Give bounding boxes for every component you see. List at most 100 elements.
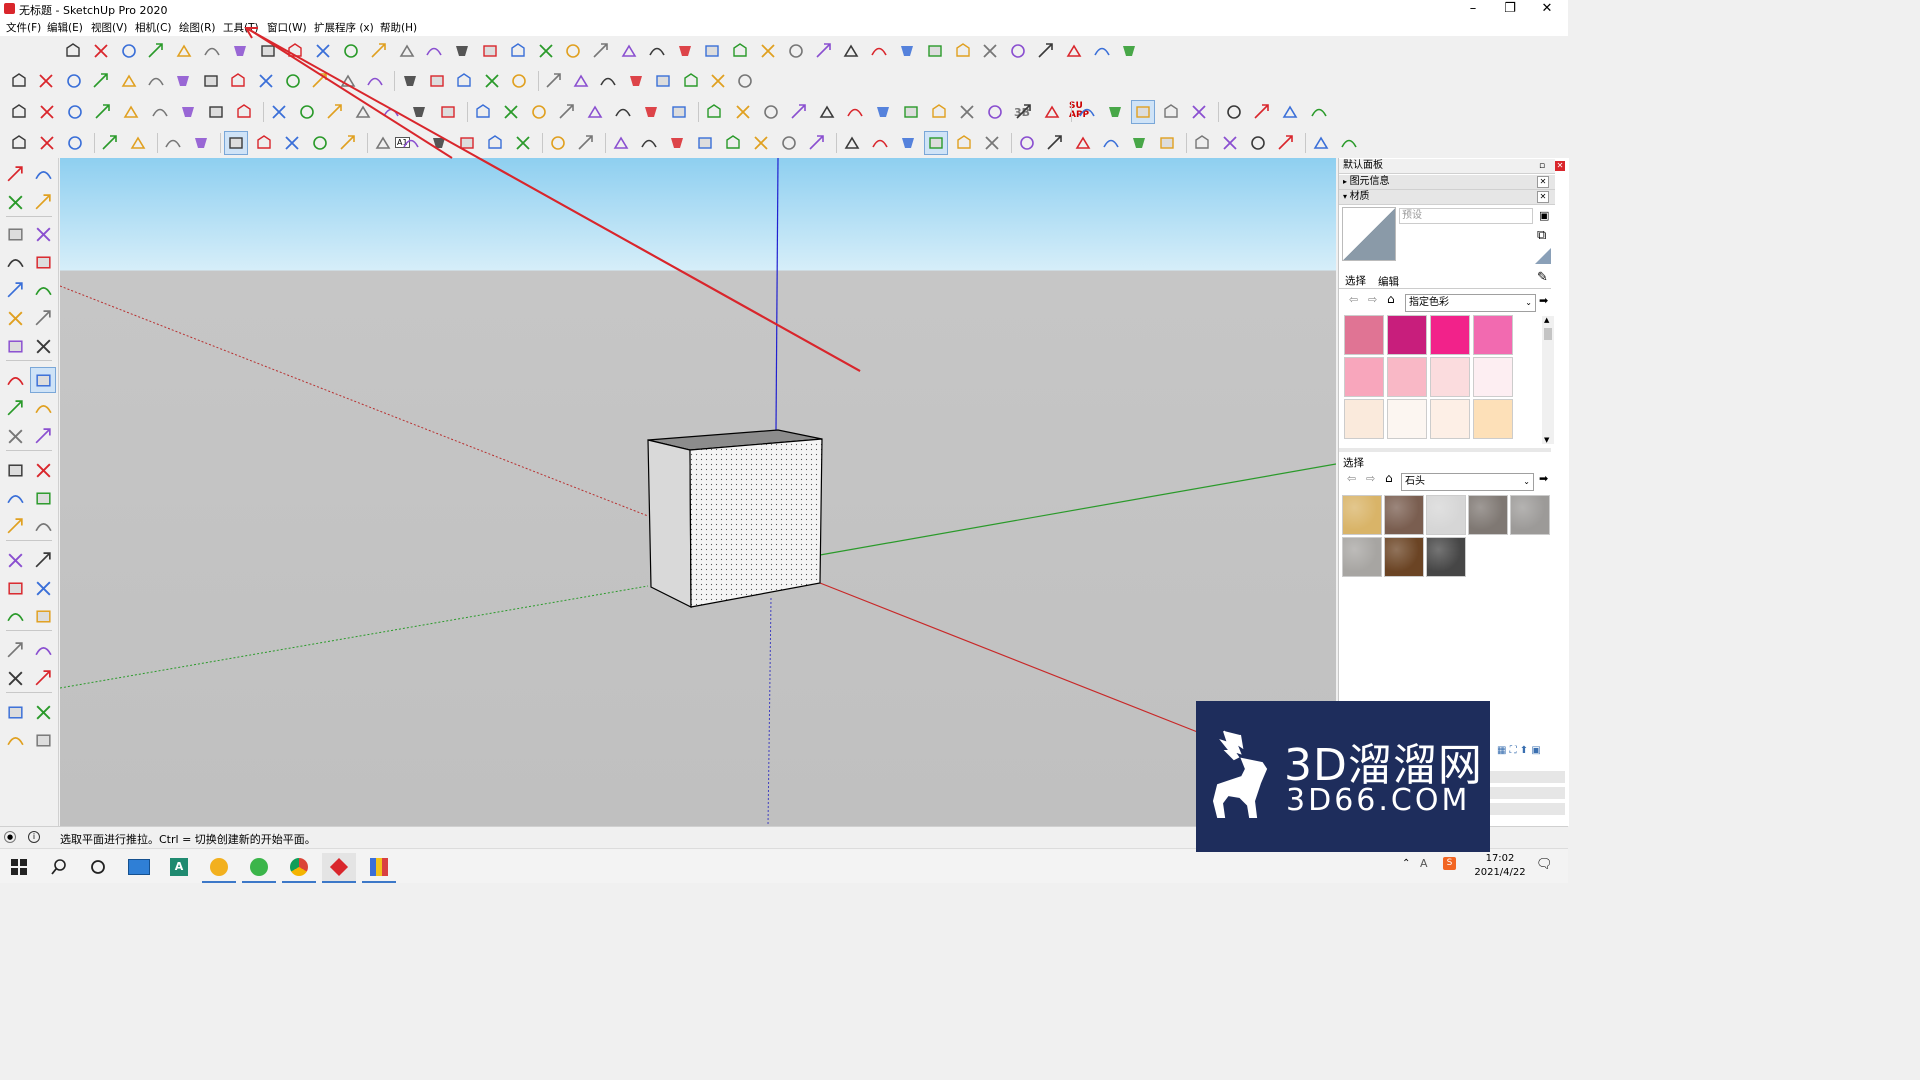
row4-tool-38-button[interactable] bbox=[1100, 132, 1122, 154]
row3-tool-32-button[interactable] bbox=[900, 101, 922, 123]
row2-tool-20-button[interactable] bbox=[543, 70, 565, 92]
left-tool-28-button[interactable] bbox=[31, 548, 55, 572]
taskbar-app-sketchup[interactable] bbox=[322, 853, 356, 883]
row3-tool-5-button[interactable] bbox=[120, 101, 142, 123]
cortana-button[interactable] bbox=[81, 853, 115, 881]
forward-icon[interactable]: ⇨ bbox=[1368, 293, 1377, 306]
menu-extensions[interactable]: 扩展程序 (x) bbox=[314, 20, 374, 35]
row3-tool-4-button[interactable] bbox=[92, 101, 114, 123]
row2-tool-3-button[interactable] bbox=[63, 70, 85, 92]
row4-tool-5-button[interactable] bbox=[127, 132, 149, 154]
library-select[interactable]: 指定色彩 ⌄ bbox=[1405, 294, 1536, 312]
row3-tool-13-button[interactable] bbox=[352, 101, 374, 123]
row3-tool-37-button[interactable] bbox=[1041, 101, 1063, 123]
create-material-icon[interactable]: ⧉ bbox=[1537, 228, 1546, 243]
left-tool-15-button[interactable] bbox=[3, 368, 27, 392]
left-tool-32-button[interactable] bbox=[31, 604, 55, 628]
stone-material-swatch[interactable] bbox=[1384, 537, 1424, 577]
row4-tool-11-button[interactable] bbox=[309, 132, 331, 154]
materials-header[interactable]: ▾ 材质 ✕ bbox=[1339, 190, 1555, 205]
color-swatch[interactable] bbox=[1387, 315, 1427, 355]
row1-tool-36-button[interactable] bbox=[1035, 40, 1057, 62]
row2-tool-4-button[interactable] bbox=[90, 70, 112, 92]
row1-tool-4-button[interactable] bbox=[145, 40, 167, 62]
minimize-button[interactable]: – bbox=[1456, 0, 1490, 18]
row4-tool-23-button[interactable] bbox=[666, 132, 688, 154]
row1-tool-17-button[interactable] bbox=[507, 40, 529, 62]
row4-tool-43-button[interactable] bbox=[1247, 132, 1269, 154]
left-tool-2-button[interactable] bbox=[31, 162, 55, 186]
row4-tool-25-button[interactable] bbox=[722, 132, 744, 154]
left-tool-13-button[interactable] bbox=[3, 334, 27, 358]
row4-tool-17-button[interactable] bbox=[484, 132, 506, 154]
row4-tool-16-button[interactable] bbox=[456, 132, 478, 154]
default-material-icon[interactable] bbox=[1535, 248, 1551, 264]
taskbar-app-archive[interactable] bbox=[362, 853, 396, 883]
model-viewport[interactable] bbox=[60, 158, 1336, 826]
row4-tool-6-button[interactable] bbox=[162, 132, 184, 154]
row3-tool-16-button[interactable] bbox=[437, 101, 459, 123]
row4-tool-41-button[interactable] bbox=[1191, 132, 1213, 154]
row4-tool-31-button[interactable] bbox=[897, 132, 919, 154]
row3-tool-33-button[interactable] bbox=[928, 101, 950, 123]
row1-tool-39-button[interactable] bbox=[1118, 40, 1140, 62]
left-tool-31-button[interactable] bbox=[3, 604, 27, 628]
left-tool-4-button[interactable] bbox=[31, 190, 55, 214]
row3-tool-44-button[interactable] bbox=[1251, 101, 1273, 123]
row4-tool-22-button[interactable] bbox=[638, 132, 660, 154]
row1-tool-10-button[interactable] bbox=[312, 40, 334, 62]
row4-tool-20-button[interactable] bbox=[575, 132, 597, 154]
row3-tool-34-button[interactable] bbox=[956, 101, 978, 123]
row1-tool-8-button[interactable] bbox=[257, 40, 279, 62]
entity-info-header[interactable]: ▸ 图元信息 ✕ bbox=[1339, 175, 1555, 190]
left-tool-1-button[interactable] bbox=[3, 162, 27, 186]
tab-edit[interactable]: 编辑 bbox=[1378, 274, 1399, 289]
row3-tool-39-button[interactable] bbox=[1104, 101, 1126, 123]
secondary-details-icon[interactable]: ➡ bbox=[1539, 472, 1548, 485]
eyedropper-icon[interactable]: ✎ bbox=[1537, 270, 1548, 285]
row4-tool-42-button[interactable] bbox=[1219, 132, 1241, 154]
row1-tool-23-button[interactable] bbox=[674, 40, 696, 62]
row3-tool-41-button[interactable] bbox=[1160, 101, 1182, 123]
row2-tool-13-button[interactable] bbox=[337, 70, 359, 92]
color-swatch[interactable] bbox=[1387, 399, 1427, 439]
row1-tool-5-button[interactable] bbox=[173, 40, 195, 62]
row3-tool-20-button[interactable] bbox=[556, 101, 578, 123]
color-swatch[interactable] bbox=[1430, 315, 1470, 355]
search-button[interactable] bbox=[42, 853, 76, 881]
row2-tool-5-button[interactable] bbox=[118, 70, 140, 92]
menu-window[interactable]: 窗口(W) bbox=[267, 20, 307, 35]
ime-icon[interactable]: A bbox=[1420, 857, 1428, 870]
row1-tool-27-button[interactable] bbox=[785, 40, 807, 62]
menu-help[interactable]: 帮助(H) bbox=[380, 20, 417, 35]
row2-tool-22-button[interactable] bbox=[597, 70, 619, 92]
color-swatch[interactable] bbox=[1473, 315, 1513, 355]
taskbar-app-autocad[interactable]: A bbox=[162, 853, 196, 881]
row3-tool-14-button[interactable] bbox=[380, 101, 402, 123]
back-icon[interactable]: ⇦ bbox=[1349, 293, 1358, 306]
row4-tool-46-button[interactable] bbox=[1338, 132, 1360, 154]
color-swatch[interactable] bbox=[1344, 315, 1384, 355]
row2-tool-16-button[interactable] bbox=[426, 70, 448, 92]
left-tool-11-button[interactable] bbox=[3, 306, 27, 330]
color-swatch[interactable] bbox=[1473, 357, 1513, 397]
row2-tool-7-button[interactable] bbox=[172, 70, 194, 92]
row4-tool-32-button[interactable] bbox=[924, 131, 948, 155]
color-swatch[interactable] bbox=[1473, 399, 1513, 439]
input-method-icon[interactable]: S bbox=[1443, 857, 1456, 870]
row1-tool-24-button[interactable] bbox=[701, 40, 723, 62]
row3-tool-12-button[interactable] bbox=[324, 101, 346, 123]
stone-material-swatch[interactable] bbox=[1342, 495, 1382, 535]
row1-tool-29-button[interactable] bbox=[840, 40, 862, 62]
row4-tool-9-button[interactable] bbox=[253, 132, 275, 154]
row4-tool-13-button[interactable] bbox=[372, 132, 394, 154]
row2-tool-6-button[interactable] bbox=[145, 70, 167, 92]
row3-tool-1-button[interactable] bbox=[8, 101, 30, 123]
taskbar-app-browser-green[interactable] bbox=[242, 853, 276, 883]
taskbar-app-chrome[interactable] bbox=[282, 853, 316, 883]
row1-tool-16-button[interactable] bbox=[479, 40, 501, 62]
color-swatch[interactable] bbox=[1344, 357, 1384, 397]
left-tool-38-button[interactable] bbox=[31, 700, 55, 724]
row4-tool-4-button[interactable] bbox=[99, 132, 121, 154]
row1-tool-26-button[interactable] bbox=[757, 40, 779, 62]
